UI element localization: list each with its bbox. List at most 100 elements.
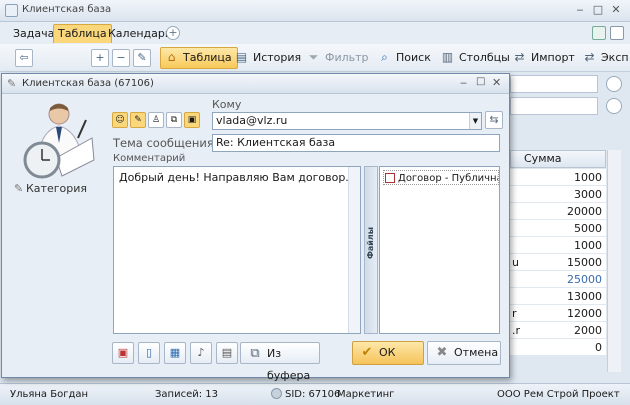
table-row[interactable]: 5000 [510,220,606,237]
columns-button[interactable]: ▥ Столбцы [436,47,516,69]
payment-cell: 3000 [574,188,602,201]
home-icon: ⌂ [167,50,176,64]
table-row[interactable]: 1000 [510,169,606,186]
category-pencil-icon: ✎ [14,182,24,195]
search-button[interactable]: ⌕ Поиск [373,47,437,69]
background-field[interactable] [510,75,598,93]
columns-icon: ▥ [441,50,454,64]
status-records: Записей: 13 [155,389,218,400]
vertical-scrollbar[interactable] [607,150,621,372]
payment-cell: 25000 [567,273,602,286]
chevron-down-icon[interactable]: ▼ [469,113,481,129]
payment-cell: 0 [595,341,602,354]
window-title: Клиентская база [22,4,112,15]
files-panel-tab[interactable]: Файлы [364,166,378,334]
scan-icon[interactable]: ▦ [164,342,186,364]
table-row[interactable]: 1000 [510,237,606,254]
copy-icon[interactable]: ⧉ [166,112,182,128]
status-sid: SID: 67106 [285,389,341,400]
close-icon[interactable]: ✕ [608,3,624,17]
contact-icon[interactable]: ☺ [112,112,128,128]
background-circle-button[interactable] [606,76,622,92]
subject-field[interactable]: Re: Клиентская база [212,134,500,152]
import-button[interactable]: ⇄ Импорт [508,47,581,69]
cancel-icon: ✖ [436,345,448,360]
edit-icon[interactable]: ✎ [130,112,146,128]
filter-button[interactable]: ⏷ Фильтр [302,47,375,69]
checkmark-icon: ✔ [361,345,373,360]
table-row[interactable]: 3000 [510,186,606,203]
payment-cell: 5000 [574,222,602,235]
payment-cell: 13000 [567,290,602,303]
import-label: Импорт [531,51,575,64]
toolbar: ⇦ + − ✎ ⌂ Таблица ▤ История ⏷ Фильтр ⌕ Поиск… [0,44,630,72]
add-icon[interactable]: + [91,49,109,67]
file-name: Договор - Публичная офе [398,173,498,184]
recipient-combobox[interactable]: vlada@vlz.ru ▼ [212,112,482,130]
group-icon[interactable]: ♙ [148,112,164,128]
background-field[interactable] [510,97,598,115]
payment-cell: 20000 [567,205,602,218]
settings-icon[interactable] [610,26,624,40]
maximize-icon[interactable]: □ [590,3,606,17]
edit-icon[interactable]: ✎ [133,49,151,67]
history-icon: ▤ [235,50,248,64]
microphone-icon[interactable]: ♪ [190,342,212,364]
remove-icon[interactable]: − [112,49,130,67]
document-icon[interactable]: ▯ [138,342,160,364]
table-button[interactable]: ⌂ Таблица [160,47,238,69]
table-cell: .r [512,324,521,337]
tab-task[interactable]: Задача [8,24,59,43]
search-label: Поиск [396,51,431,64]
maximize-icon[interactable]: □ [476,76,485,87]
calculator-icon[interactable] [592,26,606,40]
files-list[interactable]: Договор - Публичная офе [379,166,500,334]
filter-icon: ⏷ [308,50,319,64]
background-circle-button[interactable] [606,98,622,114]
status-user: Ульяна Богдан [10,389,89,400]
pdf-icon [385,173,395,183]
save-file-icon[interactable]: ▣ [112,342,134,364]
status-bar: Ульяна Богдан Записей: 13 SID: 67106 Мар… [0,383,630,405]
import-icon: ⇄ [514,50,525,64]
comment-scrollbar[interactable] [348,167,360,333]
payment-cell: 1000 [574,239,602,252]
cancel-button[interactable]: ✖ Отмена [427,341,501,365]
table-row[interactable]: u 15000 [510,254,606,271]
minimize-icon[interactable]: ‒ [460,76,467,89]
from-buffer-label: Из буфера [267,347,311,382]
main-title-bar: Клиентская база ‒ □ ✕ [0,0,630,22]
clipboard-icon[interactable]: ▤ [216,342,238,364]
ok-label: ОК [379,346,396,359]
payment-cell: 1000 [574,171,602,184]
ok-button[interactable]: ✔ ОК [352,341,424,365]
dialog-title-bar: ✎ Клиентская база (67106) ‒ □ ✕ [2,74,509,94]
from-buffer-button[interactable]: ⧉ Из буфера [240,342,320,382]
user-avatar-icon [23,103,95,179]
background-grid-area: Сумма оплаты 100030002000050001000u15000… [510,72,630,382]
address-book-icon[interactable]: ⇆ [485,111,503,129]
export-label: Эксп [601,51,629,64]
file-item[interactable]: Договор - Публичная офе [383,170,499,185]
comment-textarea[interactable]: Добрый день! Направляю Вам договор. [113,166,361,334]
table-row[interactable]: 20000 [510,203,606,220]
table-row[interactable]: r 12000 [510,305,606,322]
export-button[interactable]: ⇄ Эксп [578,47,630,69]
save-icon[interactable]: ▣ [184,112,200,128]
category-link[interactable]: Категория [26,182,87,195]
table-row[interactable]: 0 [510,339,606,356]
table-row[interactable]: 25000 [510,271,606,288]
dialog-title: Клиентская база (67106) [22,78,154,89]
close-icon[interactable]: ✕ [492,76,501,89]
add-tab-icon[interactable]: + [166,26,180,40]
search-icon: ⌕ [381,50,388,64]
table-row[interactable]: .r 2000 [510,322,606,339]
payment-cell: 2000 [574,324,602,337]
column-header-payment[interactable]: Сумма оплаты [510,150,606,181]
history-button[interactable]: ▤ История [230,47,307,69]
table-row[interactable]: 13000 [510,288,606,305]
minimize-icon[interactable]: ‒ [572,3,588,17]
tab-bar: Задача Таблица Календарь + [0,22,630,44]
subject-label: Тема сообщения [113,136,214,150]
back-button[interactable]: ⇦ [15,49,33,67]
